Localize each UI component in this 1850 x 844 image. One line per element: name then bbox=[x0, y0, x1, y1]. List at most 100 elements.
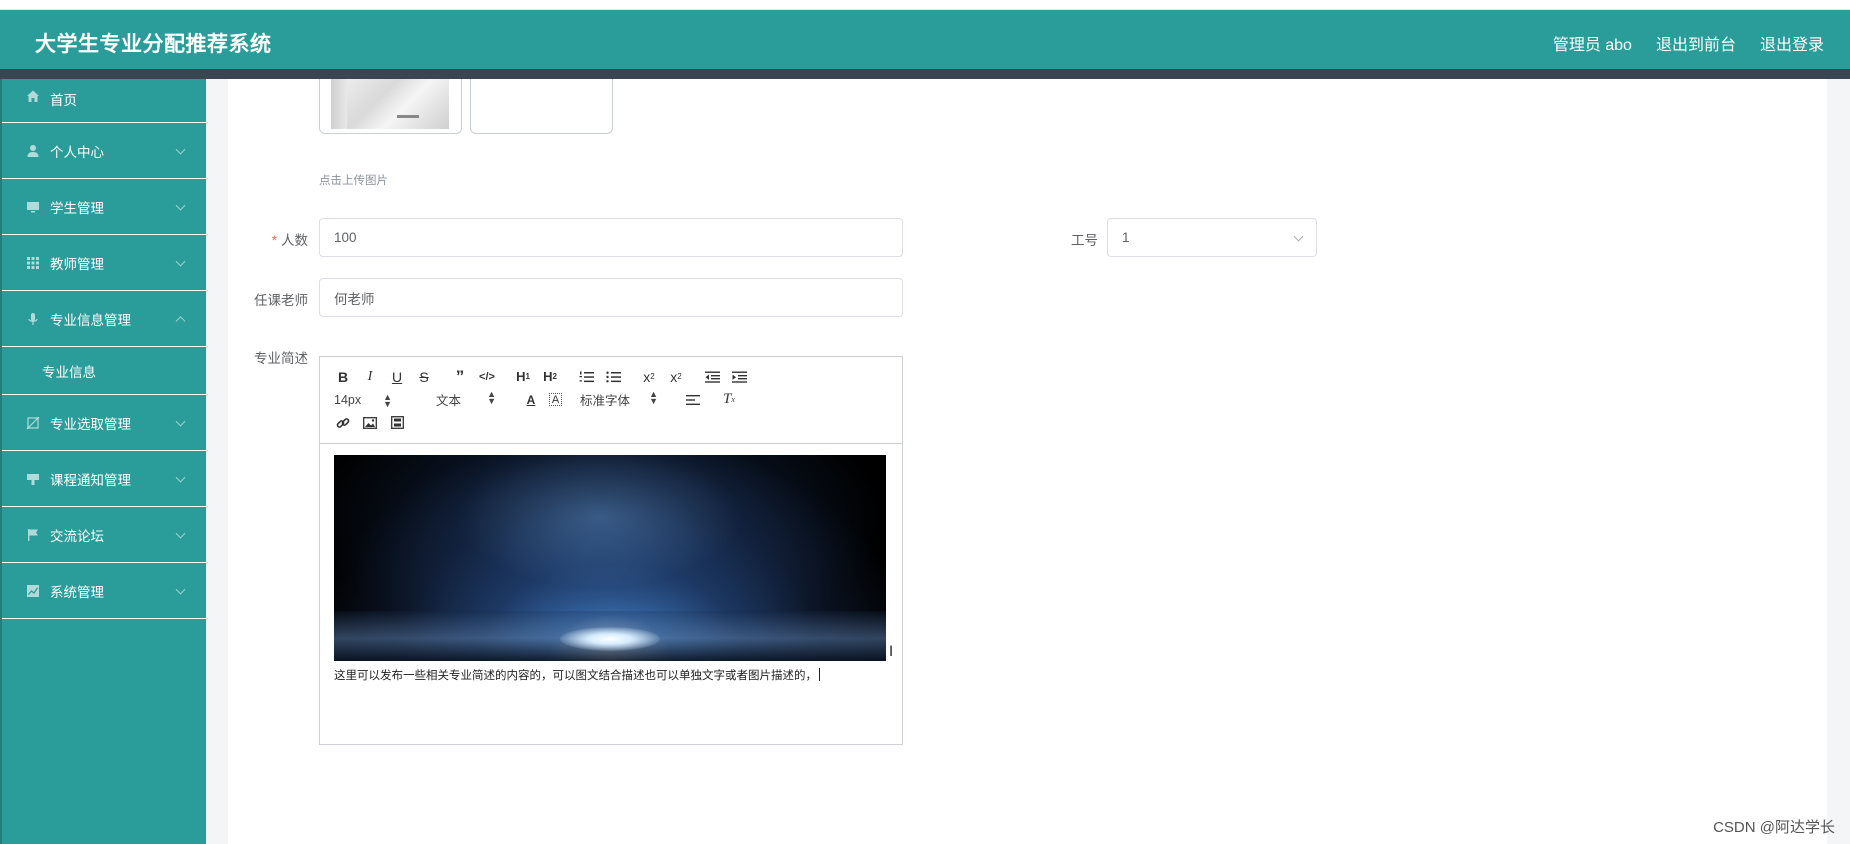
code-block-icon[interactable]: </> bbox=[478, 368, 496, 386]
chevron-up-icon bbox=[175, 315, 186, 326]
bullet-list-icon[interactable] bbox=[604, 368, 622, 386]
header-divider bbox=[0, 69, 1850, 79]
sidebar-item-label: 学生管理 bbox=[50, 200, 104, 216]
home-icon bbox=[26, 89, 40, 103]
content-right-gutter bbox=[1827, 79, 1850, 844]
teacher-input[interactable]: 何老师 bbox=[319, 278, 903, 317]
header-actions: 管理员 abo 退出到前台 退出登录 bbox=[1553, 31, 1824, 55]
people-label: * 人数 bbox=[228, 229, 308, 249]
admin-user-label[interactable]: 管理员 abo bbox=[1553, 31, 1632, 55]
align-icon[interactable] bbox=[684, 391, 702, 409]
toolbar-row-2: 14px ▲ ▼ 文本 ▲ ▼ A A 标准字体 ▲ ▼ Tx bbox=[334, 388, 892, 411]
paragraph-picker[interactable]: 文本 ▲ ▼ bbox=[436, 390, 496, 409]
night-sky-image bbox=[334, 455, 886, 661]
header-1-button[interactable]: H1 bbox=[514, 368, 532, 386]
sidebar-item-major-info-management[interactable]: 专业信息管理 bbox=[2, 291, 206, 347]
job-no-label: 工号 bbox=[1071, 233, 1098, 248]
header-2-button[interactable]: H2 bbox=[541, 368, 559, 386]
sidebar-item-label: 个人中心 bbox=[50, 144, 104, 160]
back-to-front-link[interactable]: 退出到前台 bbox=[1656, 31, 1736, 55]
teacher-label: 任课老师 bbox=[254, 293, 308, 308]
main-content: 点击上传图片 * 人数 100 工号 1 任课老师 何老师 专业简述 B I U … bbox=[228, 79, 1827, 844]
paragraph-value: 文本 bbox=[436, 394, 462, 408]
editor-text-content: 这里可以发布一些相关专业简述的内容的，可以图文结合描述也可以单独文字或者图片描述… bbox=[334, 670, 817, 682]
font-color-icon[interactable]: A bbox=[522, 391, 540, 409]
video-icon[interactable] bbox=[388, 414, 406, 432]
background-color-icon[interactable]: A bbox=[549, 393, 562, 406]
sidebar-subitem-major-info[interactable]: 专业信息 bbox=[2, 347, 206, 395]
job-no-value: 1 bbox=[1122, 230, 1130, 245]
sidebar-item-label: 系统管理 bbox=[50, 584, 104, 600]
ibeam-cursor-icon: I bbox=[889, 644, 894, 660]
sidebar-item-label: 交流论坛 bbox=[50, 528, 104, 544]
indent-icon[interactable] bbox=[730, 368, 748, 386]
sidebar-item-label: 课程通知管理 bbox=[50, 472, 131, 488]
chevron-down-icon bbox=[1293, 231, 1304, 242]
people-label-text: 人数 bbox=[281, 233, 308, 248]
updown-icon: ▲ ▼ bbox=[487, 389, 496, 406]
bold-button[interactable]: B bbox=[334, 368, 352, 386]
book-cover-image bbox=[331, 79, 449, 129]
grid-icon bbox=[26, 256, 40, 270]
job-no-select[interactable]: 1 bbox=[1107, 218, 1317, 257]
required-asterisk: * bbox=[271, 233, 277, 248]
window-top-strip bbox=[0, 0, 1850, 10]
sidebar-item-forum[interactable]: 交流论坛 bbox=[2, 507, 206, 563]
chevron-down-icon bbox=[175, 144, 186, 155]
strike-button[interactable]: S bbox=[415, 368, 433, 386]
editor-text: 这里可以发布一些相关专业简述的内容的，可以图文结合描述也可以单独文字或者图片描述… bbox=[334, 667, 886, 683]
light-glow bbox=[560, 627, 660, 651]
watermark: CSDN @阿达学长 bbox=[1713, 819, 1835, 836]
edit-off-icon bbox=[26, 416, 40, 430]
updown-icon: ▲ ▼ bbox=[649, 389, 658, 406]
logout-link[interactable]: 退出登录 bbox=[1760, 31, 1824, 55]
image-upload-slot[interactable] bbox=[470, 79, 613, 134]
description-label: 专业简述 bbox=[254, 351, 308, 366]
editor-toolbar: B I U S ” </> H1 H2 x2 x2 14px ▲ ▼ 文本 ▲ … bbox=[320, 357, 902, 444]
chevron-down-icon bbox=[175, 584, 186, 595]
image-icon[interactable] bbox=[361, 414, 379, 432]
outdent-icon[interactable] bbox=[703, 368, 721, 386]
italic-button[interactable]: I bbox=[361, 368, 379, 386]
chevron-down-icon bbox=[175, 416, 186, 427]
clear-format-icon[interactable]: Tx bbox=[720, 391, 738, 409]
superscript-button[interactable]: x2 bbox=[667, 368, 685, 386]
text-caret bbox=[819, 668, 820, 681]
upload-hint: 点击上传图片 bbox=[319, 175, 388, 187]
content-left-gutter bbox=[206, 79, 228, 844]
sidebar-item-system-management[interactable]: 系统管理 bbox=[2, 563, 206, 619]
stamp-icon bbox=[26, 472, 40, 486]
sidebar-item-home[interactable]: 首页 bbox=[2, 79, 206, 123]
updown-icon: ▲ ▼ bbox=[383, 391, 392, 409]
uploaded-image-thumbnail[interactable] bbox=[319, 79, 462, 134]
sidebar-item-label: 首页 bbox=[50, 93, 77, 108]
user-icon bbox=[26, 144, 40, 158]
link-icon[interactable] bbox=[334, 414, 352, 432]
chevron-down-icon bbox=[175, 472, 186, 483]
sidebar-item-teacher-management[interactable]: 教师管理 bbox=[2, 235, 206, 291]
sidebar-item-label: 专业选取管理 bbox=[50, 416, 131, 432]
blockquote-button[interactable]: ” bbox=[451, 367, 469, 386]
app-header: 大学生专业分配推荐系统 管理员 abo 退出到前台 退出登录 bbox=[0, 10, 1850, 69]
microphone-icon bbox=[26, 312, 40, 326]
chart-icon bbox=[26, 584, 40, 598]
underline-button[interactable]: U bbox=[388, 368, 406, 386]
sidebar-item-course-notice-management[interactable]: 课程通知管理 bbox=[2, 451, 206, 507]
subscript-button[interactable]: x2 bbox=[640, 368, 658, 386]
ordered-list-icon[interactable] bbox=[577, 368, 595, 386]
chevron-down-icon bbox=[175, 528, 186, 539]
toolbar-row-1: B I U S ” </> H1 H2 x2 x2 bbox=[334, 365, 892, 388]
sidebar: 首页 个人中心 学生管理 教师管理 专业信息管理 专业信息 专业选取管理 课程通… bbox=[0, 79, 206, 844]
sidebar-item-label: 专业信息管理 bbox=[50, 312, 131, 328]
sidebar-item-personal-center[interactable]: 个人中心 bbox=[2, 123, 206, 179]
font-size-picker[interactable]: 14px ▲ ▼ bbox=[334, 392, 392, 408]
sidebar-item-student-management[interactable]: 学生管理 bbox=[2, 179, 206, 235]
toolbar-row-3 bbox=[334, 411, 892, 434]
app-title: 大学生专业分配推荐系统 bbox=[35, 33, 272, 56]
font-family-picker[interactable]: 标准字体 ▲ ▼ bbox=[580, 390, 658, 409]
people-input[interactable]: 100 bbox=[319, 218, 903, 257]
editor-content[interactable]: 这里可以发布一些相关专业简述的内容的，可以图文结合描述也可以单独文字或者图片描述… bbox=[334, 455, 886, 683]
sidebar-item-major-selection-management[interactable]: 专业选取管理 bbox=[2, 395, 206, 451]
monitor-icon bbox=[26, 200, 40, 214]
sidebar-item-label: 教师管理 bbox=[50, 256, 104, 272]
